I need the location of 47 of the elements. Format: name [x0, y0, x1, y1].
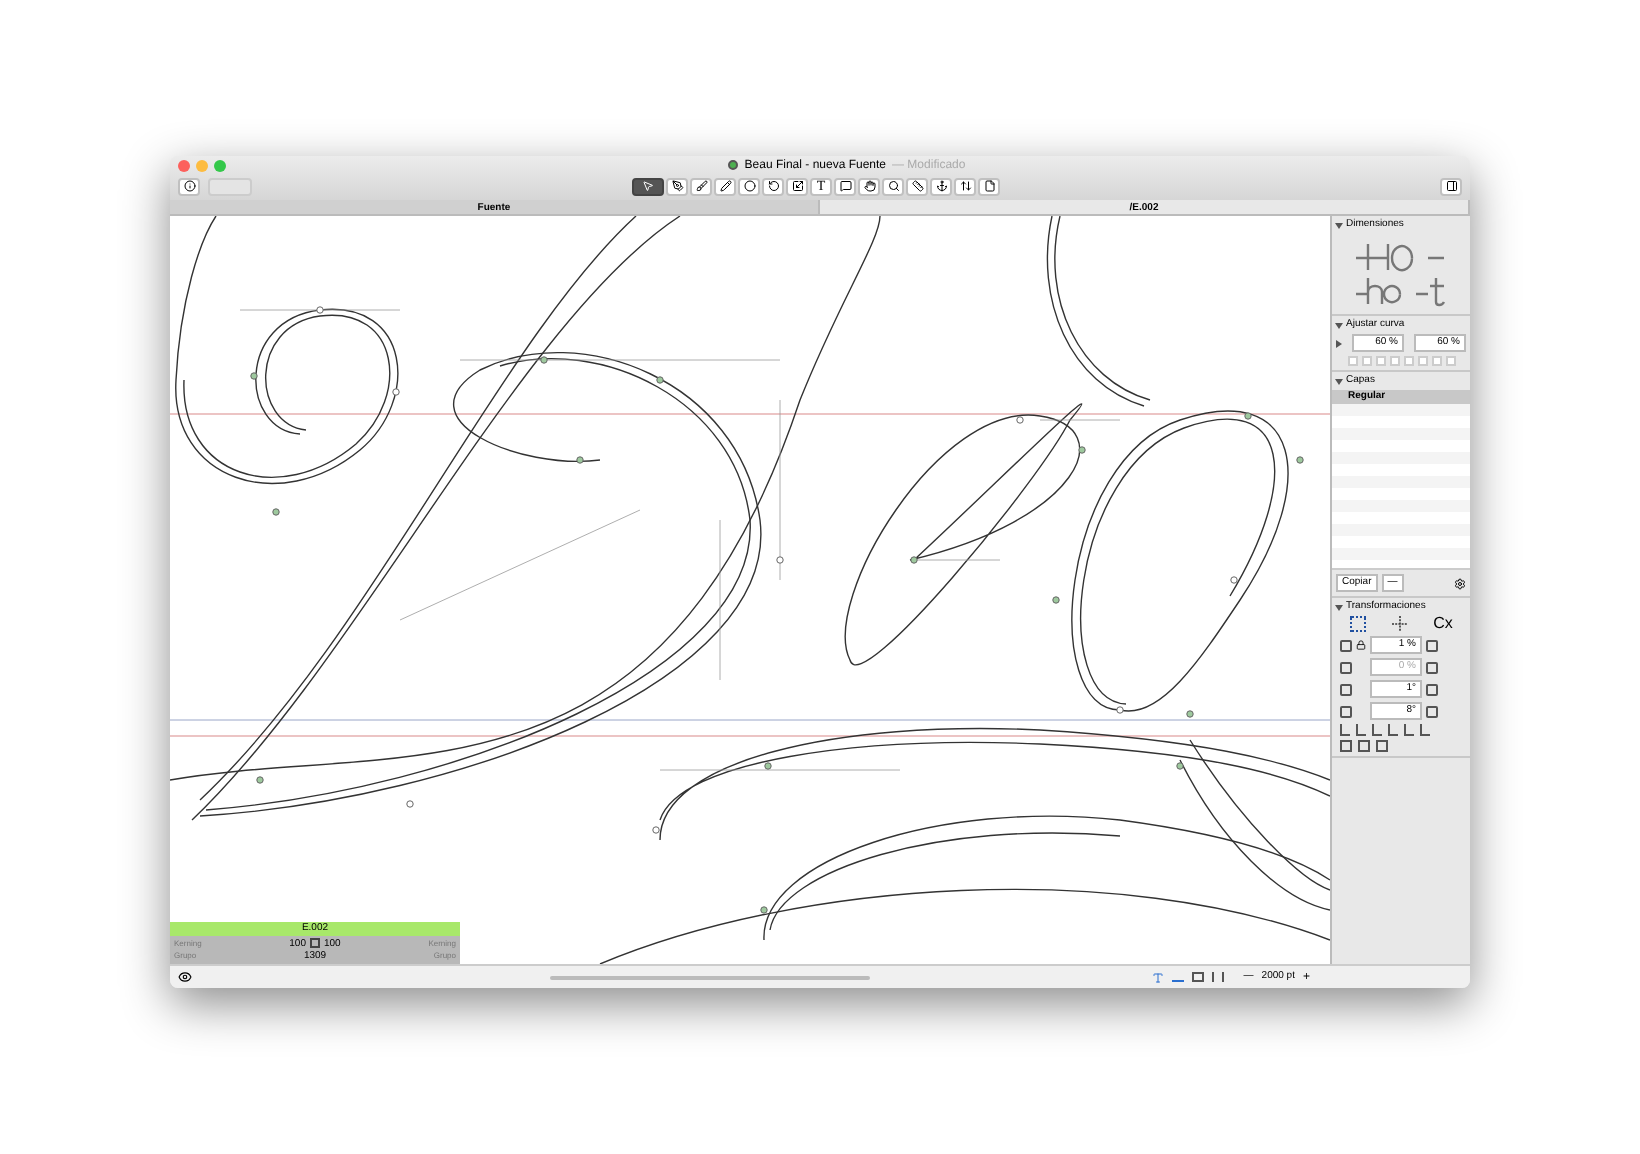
tool-button[interactable] — [882, 177, 904, 195]
speech-bubble-icon — [839, 180, 851, 192]
tool-button[interactable] — [858, 177, 880, 195]
eye-icon[interactable] — [178, 970, 192, 984]
tool-button[interactable] — [690, 177, 712, 195]
tool-button[interactable] — [632, 177, 664, 195]
play-icon[interactable] — [1336, 339, 1342, 347]
document-icon — [728, 160, 739, 170]
link-icon — [310, 938, 320, 948]
lock-icon[interactable] — [1356, 640, 1366, 650]
tool-button[interactable] — [714, 177, 736, 195]
scale-icon — [791, 180, 803, 192]
sidebar-icon — [1445, 180, 1457, 192]
grid-icon[interactable] — [1349, 616, 1366, 632]
tool-button[interactable] — [786, 177, 808, 195]
close-button[interactable] — [178, 159, 190, 171]
pen-icon — [671, 180, 683, 192]
tool-button[interactable] — [762, 177, 784, 195]
disclosure-triangle-icon[interactable] — [1335, 322, 1343, 328]
disclosure-triangle-icon[interactable] — [1335, 378, 1343, 384]
crosshair-icon[interactable] — [1391, 616, 1408, 632]
info-button[interactable] — [178, 177, 200, 195]
tool-button[interactable] — [834, 177, 856, 195]
settings-icon[interactable] — [1454, 577, 1466, 589]
ruler-icon — [911, 180, 923, 192]
sidebar-toggle-button[interactable] — [1440, 177, 1462, 195]
anchor-icon — [935, 180, 947, 192]
disclosure-triangle-icon[interactable] — [1335, 222, 1343, 228]
page-icon — [983, 180, 995, 192]
tool-button[interactable] — [906, 177, 928, 195]
pencil-icon — [719, 180, 731, 192]
rotate-icon — [767, 180, 779, 192]
tool-button[interactable] — [930, 177, 952, 195]
info-icon — [183, 180, 195, 192]
pointer-icon — [642, 180, 654, 192]
brush-icon — [695, 180, 707, 192]
hand-icon — [863, 180, 875, 192]
search-icon — [887, 180, 899, 192]
circle-icon — [743, 180, 755, 192]
origin-label: Cx — [1433, 616, 1453, 632]
view-toggle-button[interactable] — [208, 177, 252, 195]
arrows-icon — [959, 180, 971, 192]
tool-button[interactable] — [738, 177, 760, 195]
tool-button[interactable] — [666, 177, 688, 195]
disclosure-triangle-icon[interactable] — [1335, 604, 1343, 610]
tool-button[interactable] — [954, 177, 976, 195]
text-icon[interactable] — [1151, 971, 1164, 983]
